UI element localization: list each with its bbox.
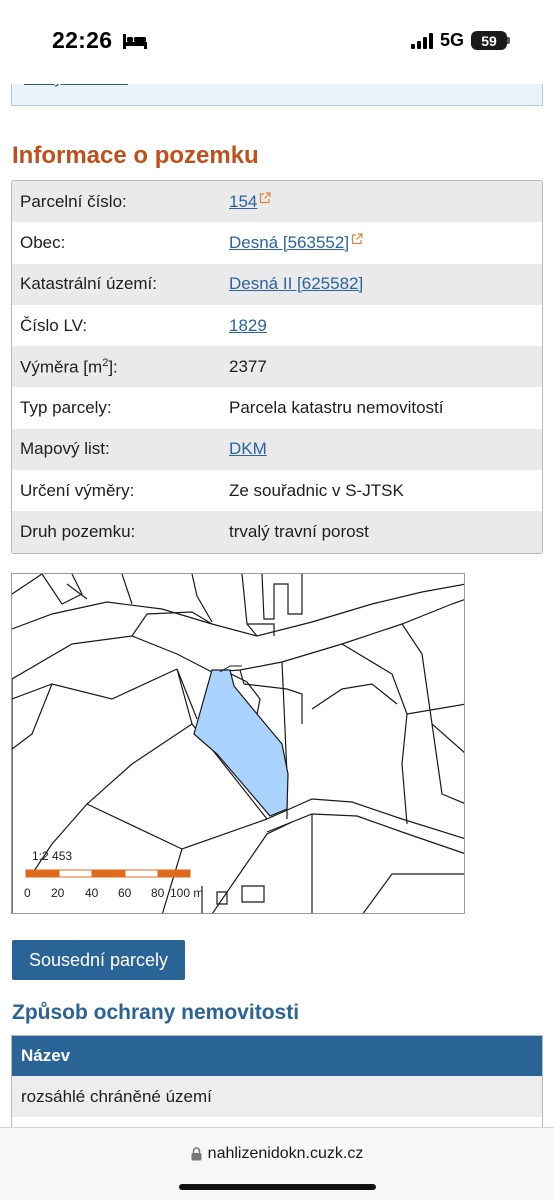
info-row-link[interactable]: Desná [563552] <box>229 233 349 252</box>
info-row-label: Výměra [m2]: <box>20 356 118 377</box>
signal-icon <box>410 32 433 49</box>
protection-table-header: Název <box>12 1036 542 1076</box>
info-row-label: Druh pozemku: <box>20 522 136 542</box>
scale-tick-60: 60 <box>118 886 132 900</box>
scale-tick-80: 80 <box>151 886 165 900</box>
protection-table: Název rozsáhlé chráněné území <box>11 1035 543 1129</box>
info-row: Typ parcely: Parcela katastru nemovitostí <box>12 387 542 429</box>
info-row-value: Desná II [625582] <box>229 274 542 294</box>
neighbor-parcels-button[interactable]: Sousední parcely <box>12 940 185 980</box>
bed-icon <box>123 34 147 49</box>
info-row: Obec: Desná [563552] <box>12 222 542 264</box>
scale-tick-100: 100 m <box>170 886 204 900</box>
info-row-value: Parcela katastru nemovitostí <box>229 398 542 418</box>
protection-table-row: rozsáhlé chráněné území <box>12 1076 542 1117</box>
protection-title: Způsob ochrany nemovitosti <box>12 1001 300 1024</box>
battery-level: 59 <box>481 32 497 49</box>
info-row-value: 1829 <box>229 316 542 336</box>
info-row-value: Ze souřadnic v S-JTSK <box>229 481 542 501</box>
url-bar[interactable]: nahlizenidokn.cuzk.cz <box>0 1145 554 1163</box>
status-bar: 22:26 5G 59 <box>0 0 554 84</box>
info-row-label: Určení výměry: <box>20 480 135 500</box>
scale-tick-40: 40 <box>85 886 99 900</box>
info-row-label: Obec: <box>20 232 66 252</box>
info-row-label: Mapový list: <box>20 439 110 459</box>
info-row-link[interactable]: DKM <box>229 439 267 458</box>
info-row-label: Katastrální území: <box>20 274 158 294</box>
info-row: Výměra [m2]: 2377 <box>12 346 542 388</box>
scale-tick-20: 20 <box>51 886 65 900</box>
info-row-value: trvalý travní porost <box>229 522 542 542</box>
status-time: 22:26 <box>52 27 113 53</box>
info-row-label: Číslo LV: <box>20 315 88 335</box>
info-row-link[interactable]: 1829 <box>229 316 267 335</box>
external-link-icon[interactable] <box>259 192 271 204</box>
lock-icon <box>191 1147 202 1161</box>
info-row-value-text: 2377 <box>229 356 267 376</box>
network-label: 5G <box>439 30 464 50</box>
info-row-value-text: Ze souřadnic v S-JTSK <box>229 480 404 500</box>
info-row-value: DKM <box>229 439 542 459</box>
info-row: Mapový list: DKM <box>12 428 542 471</box>
map-drawing <box>12 574 464 913</box>
parcel-info-title: Informace o pozemku <box>12 142 259 169</box>
map-scale-bar <box>25 869 191 878</box>
scale-tick-0: 0 <box>24 886 31 900</box>
info-row-link[interactable]: 154 <box>229 192 257 211</box>
info-row-value: 154 <box>229 192 542 212</box>
info-row-value-text: trvalý travní porost <box>229 522 369 542</box>
info-row: Číslo LV: 1829 <box>12 304 542 347</box>
info-row: Určení výměry: Ze souřadnic v S-JTSK <box>12 470 542 512</box>
info-row-label: Typ parcely: <box>20 398 112 418</box>
selected-parcel <box>193 669 289 817</box>
battery-icon: 59 <box>471 31 507 50</box>
map-scale-label: 1:2 453 <box>32 849 73 863</box>
info-row-label: Parcelní číslo: <box>20 191 127 211</box>
info-row-value: 2377 <box>229 357 542 377</box>
info-row-value: Desná [563552] <box>229 233 542 253</box>
url-text: nahlizenidokn.cuzk.cz <box>207 1145 364 1162</box>
external-link-icon[interactable] <box>351 233 363 245</box>
browser-bottom-bar: nahlizenidokn.cuzk.cz <box>0 1127 554 1200</box>
home-indicator[interactable] <box>179 1184 376 1190</box>
info-row-link[interactable]: Desná II [625582] <box>229 274 363 293</box>
cadastral-map[interactable]: 1:2 453 0 20 40 60 80 100 m <box>11 573 465 914</box>
info-row: Parcelní číslo: 154 <box>12 181 542 223</box>
info-row: Katastrální území: Desná II [625582] <box>12 263 542 305</box>
info-row: Druh pozemku: trvalý travní porost <box>12 511 542 553</box>
parcel-info-table: Parcelní číslo: 154 Obec: Desná [563552] Kat… <box>11 180 543 554</box>
info-row-value-text: Parcela katastru nemovitostí <box>229 398 444 418</box>
